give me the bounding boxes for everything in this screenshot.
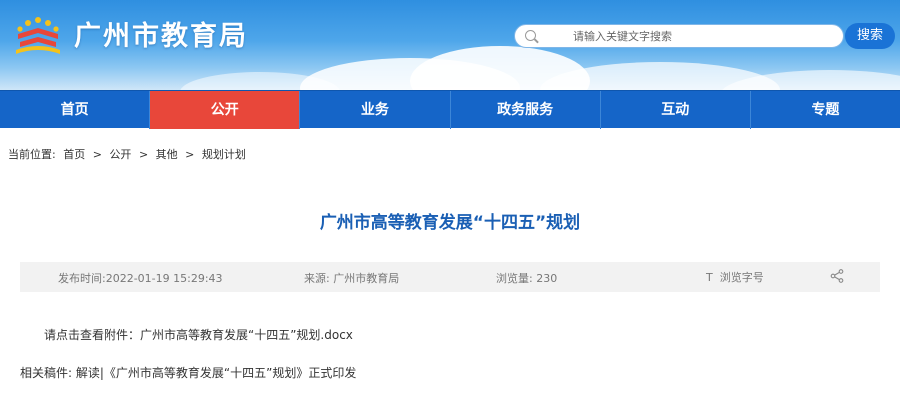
search-box[interactable] bbox=[514, 24, 844, 48]
nav-item-home[interactable]: 首页 bbox=[0, 91, 151, 129]
nav-item-topics[interactable]: 专题 bbox=[751, 91, 900, 129]
publish-time: 发布时间:2022-01-19 15:29:43 bbox=[58, 272, 223, 285]
breadcrumb-link-other[interactable]: 其他 bbox=[156, 148, 178, 161]
view-count: 浏览量: 230 bbox=[496, 272, 558, 285]
search-input[interactable] bbox=[545, 28, 815, 44]
share-icon[interactable] bbox=[830, 269, 844, 283]
article-source: 来源: 广州市教育局 bbox=[304, 272, 400, 285]
nav-item-business[interactable]: 业务 bbox=[300, 91, 451, 129]
breadcrumb-link-home[interactable]: 首页 bbox=[63, 148, 85, 161]
attachment-link[interactable]: 请点击查看附件：广州市高等教育发展“十四五”规划.docx bbox=[44, 326, 353, 343]
article-meta-bar: 发布时间:2022-01-19 15:29:43 来源: 广州市教育局 浏览量:… bbox=[20, 262, 880, 292]
education-bureau-emblem-icon[interactable] bbox=[12, 12, 64, 56]
breadcrumb-separator: > bbox=[185, 148, 195, 161]
breadcrumb-prefix: 当前位置: bbox=[8, 148, 56, 161]
breadcrumb: 当前位置: 首页 > 公开 > 其他 > 规划计划 bbox=[8, 146, 250, 162]
nav-item-gov-services[interactable]: 政务服务 bbox=[451, 91, 601, 129]
main-nav: 首页 公开 业务 政务服务 互动 专题 bbox=[0, 90, 900, 129]
font-size-label: 浏览字号 bbox=[719, 271, 764, 284]
font-size-icon: T bbox=[706, 271, 713, 284]
nav-item-public[interactable]: 公开 bbox=[150, 91, 301, 129]
font-size-control[interactable]: T 浏览字号 bbox=[706, 269, 764, 285]
site-title[interactable]: 广州市教育局 bbox=[74, 14, 248, 53]
site-header: 广州市教育局 搜索 bbox=[0, 0, 900, 90]
article-title: 广州市高等教育发展“十四五”规划 bbox=[319, 213, 581, 233]
breadcrumb-separator: > bbox=[92, 148, 102, 161]
search-button[interactable]: 搜索 bbox=[845, 23, 895, 49]
related-article-link[interactable]: 相关稿件: 解读|《广州市高等教育发展“十四五”规划》正式印发 bbox=[20, 364, 356, 381]
breadcrumb-link-planning[interactable]: 规划计划 bbox=[202, 148, 246, 161]
nav-item-interaction[interactable]: 互动 bbox=[601, 91, 751, 129]
breadcrumb-separator: > bbox=[138, 148, 149, 161]
breadcrumb-link-public[interactable]: 公开 bbox=[109, 148, 131, 161]
search-icon bbox=[525, 30, 536, 41]
